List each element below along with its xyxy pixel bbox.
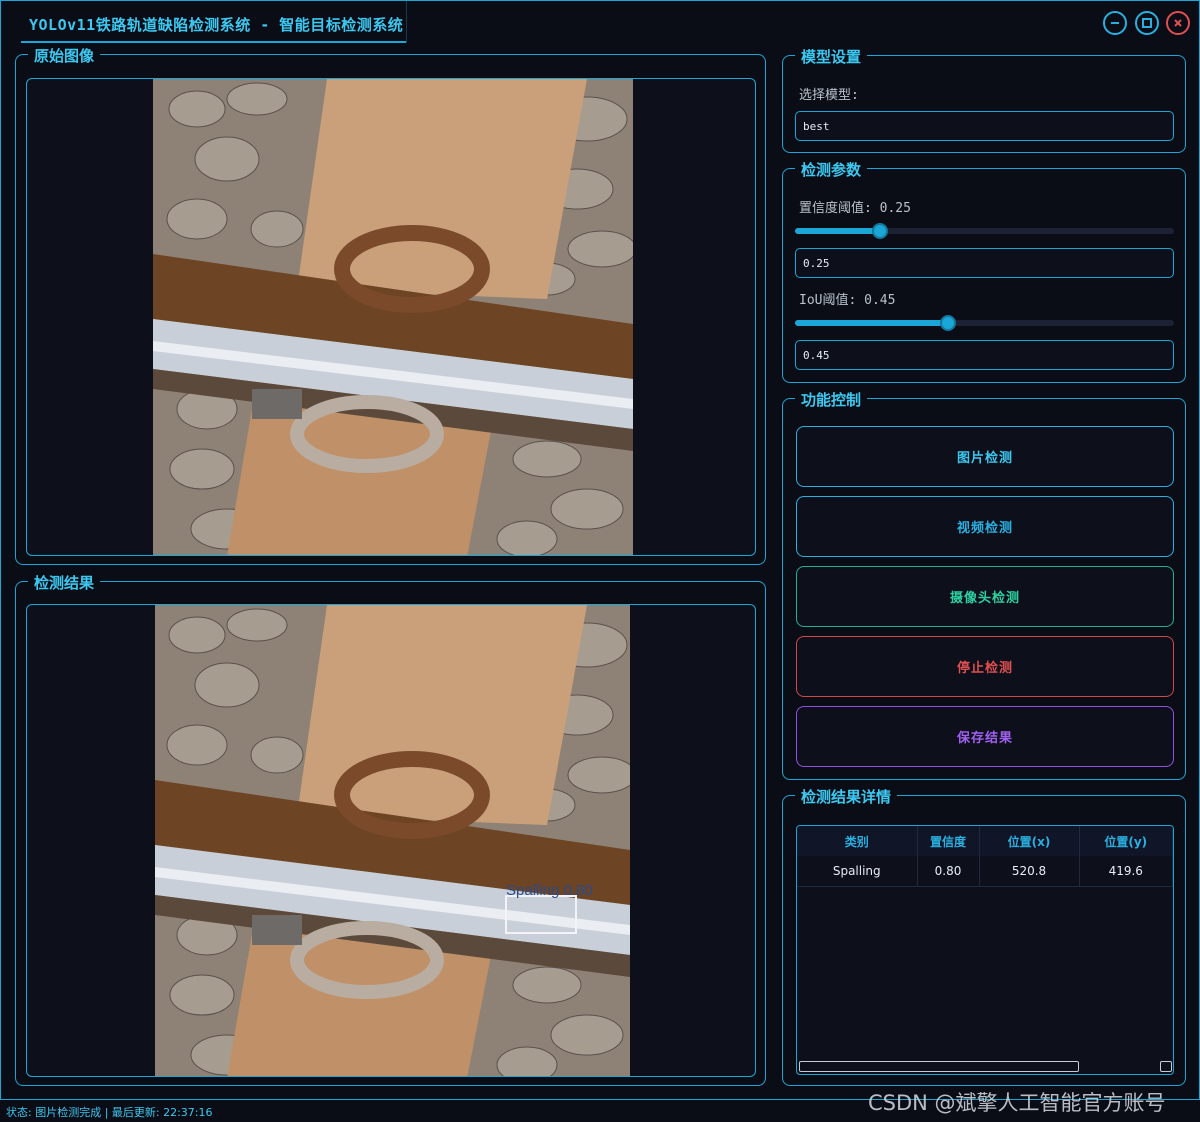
scrollbar-corner: [1160, 1061, 1172, 1072]
app-window: YOLOv11铁路轨道缺陷检测系统 - 智能目标检测系统 原始图像 检测结果 S…: [0, 0, 1200, 1100]
results-panel: 检测结果详情 类别 置信度 位置(x) 位置(y) Spalling 0.80 …: [782, 786, 1186, 1086]
maximize-button[interactable]: [1135, 11, 1159, 35]
controls-panel: 功能控制 图片检测 视频检测 摄像头检测 停止检测 保存结果: [782, 389, 1186, 780]
detection-box-label: Spalling 0.80: [506, 882, 593, 899]
watermark: CSDN @斌擎人工智能官方账号: [868, 1091, 1166, 1115]
camera-detect-button[interactable]: 摄像头检测: [796, 566, 1174, 627]
result-image-title: 检测结果: [28, 572, 101, 593]
column-header[interactable]: 位置(x): [979, 826, 1080, 856]
close-button[interactable]: [1166, 11, 1190, 35]
table-row[interactable]: Spalling 0.80 520.8 419.6: [797, 856, 1173, 887]
maximize-icon: [1142, 18, 1152, 28]
conf-threshold-label: 置信度阈值: 0.25: [799, 201, 911, 216]
window-title: YOLOv11铁路轨道缺陷检测系统 - 智能目标检测系统: [29, 16, 404, 34]
conf-value-input[interactable]: 0.25: [795, 248, 1174, 278]
minimize-button[interactable]: [1103, 11, 1127, 35]
original-image-frame: [26, 78, 756, 556]
results-title: 检测结果详情: [795, 786, 898, 807]
model-settings-title: 模型设置: [795, 46, 868, 67]
model-select[interactable]: best: [795, 111, 1174, 141]
column-header[interactable]: 置信度: [917, 826, 980, 856]
column-header[interactable]: 类别: [797, 826, 918, 856]
original-image-title: 原始图像: [28, 45, 101, 66]
minimize-icon: [1111, 22, 1119, 24]
stop-detect-button[interactable]: 停止检测: [796, 636, 1174, 697]
table-header-row: 类别 置信度 位置(x) 位置(y): [797, 826, 1173, 856]
iou-threshold-label: IoU阈值: 0.45: [799, 293, 896, 308]
column-header[interactable]: 位置(y): [1079, 826, 1173, 856]
results-table: 类别 置信度 位置(x) 位置(y) Spalling 0.80 520.8 4…: [797, 826, 1173, 887]
save-result-button[interactable]: 保存结果: [796, 706, 1174, 767]
detect-params-title: 检测参数: [795, 159, 868, 180]
select-model-label: 选择模型:: [799, 88, 859, 103]
video-detect-button[interactable]: 视频检测: [796, 496, 1174, 557]
cell-position-x: 520.8: [979, 856, 1080, 887]
title-bar: YOLOv11铁路轨道缺陷检测系统 - 智能目标检测系统: [1, 1, 1199, 45]
conf-slider[interactable]: [795, 223, 1174, 239]
cell-position-y: 419.6: [1079, 856, 1173, 887]
cell-class: Spalling: [797, 856, 918, 887]
results-table-frame: 类别 置信度 位置(x) 位置(y) Spalling 0.80 520.8 4…: [796, 825, 1174, 1075]
title-divider: [406, 1, 407, 43]
controls-title: 功能控制: [795, 389, 868, 410]
close-icon: [1174, 19, 1182, 27]
detect-params-panel: 检测参数 置信度阈值: 0.25 0.25 IoU阈值: 0.45 0.45: [782, 159, 1186, 383]
original-image-panel: 原始图像: [15, 45, 766, 565]
title-underline: [21, 41, 407, 43]
conf-slider-handle[interactable]: [872, 223, 888, 239]
iou-slider-handle[interactable]: [940, 315, 956, 331]
iou-slider-fill: [795, 320, 948, 326]
result-image-panel: 检测结果 Spalling 0.80: [15, 572, 766, 1086]
conf-slider-fill: [795, 228, 880, 234]
horizontal-scrollbar[interactable]: [799, 1061, 1079, 1072]
result-rail-image: Spalling 0.80: [155, 605, 630, 1076]
cell-confidence: 0.80: [917, 856, 980, 887]
image-detect-button[interactable]: 图片检测: [796, 426, 1174, 487]
iou-value-input[interactable]: 0.45: [795, 340, 1174, 370]
result-image-frame: Spalling 0.80: [26, 604, 756, 1077]
model-settings-panel: 模型设置 选择模型: best: [782, 46, 1186, 153]
original-rail-image: [153, 79, 633, 555]
iou-slider[interactable]: [795, 315, 1174, 331]
